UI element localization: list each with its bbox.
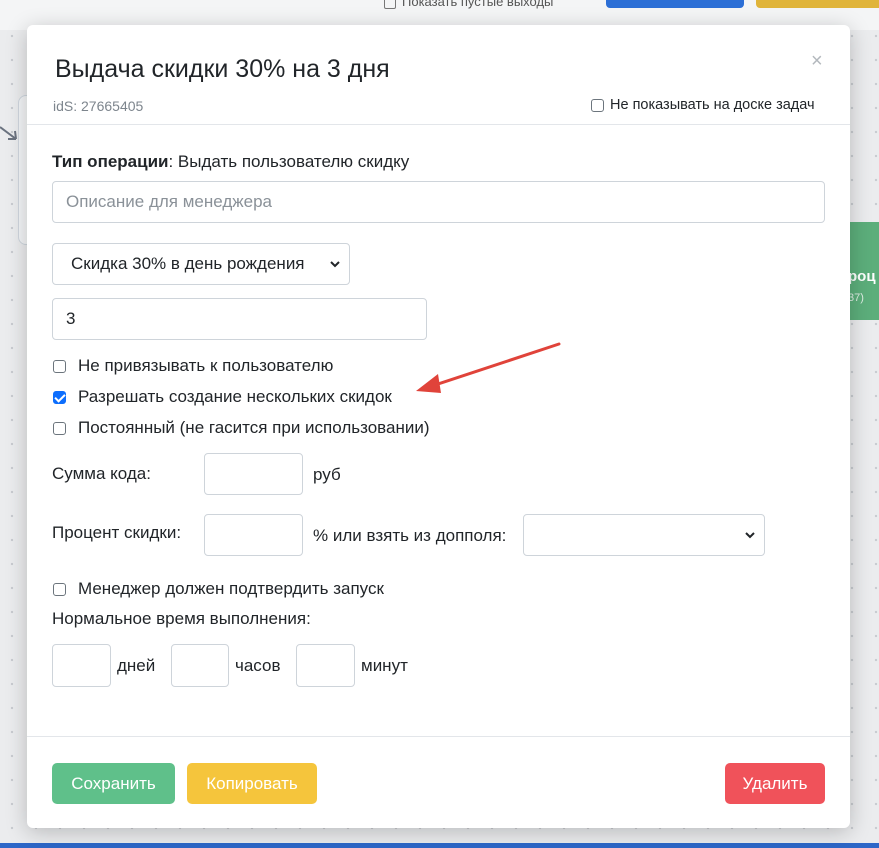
manager-confirm-label: Менеджер должен подтвердить запуск — [78, 579, 384, 598]
close-icon[interactable]: × — [811, 51, 823, 71]
sum-input[interactable] — [204, 453, 303, 495]
normal-time-label: Нормальное время выполнения: — [52, 609, 311, 628]
operation-type-value: : Выдать пользователю скидку — [168, 152, 410, 171]
permanent-label: Постоянный (не гасится при использовании… — [78, 418, 430, 437]
time-hours-input[interactable] — [171, 644, 229, 687]
background-show-empty-checkbox: Показать пустые выходы — [384, 0, 553, 9]
description-placeholder: Описание для менеджера — [66, 192, 272, 211]
discount-modal: Выдача скидки 30% на 3 дня idS: 27665405… — [27, 25, 850, 828]
allow-multiple-checkbox-box[interactable] — [53, 390, 66, 404]
operation-type-label: Тип операции — [52, 152, 169, 171]
permanent-checkbox-box[interactable] — [53, 421, 66, 435]
chevron-down-icon — [745, 532, 755, 539]
percent-label: Процент скидки: — [52, 523, 182, 542]
percent-input[interactable] — [204, 514, 303, 556]
modal-title: Выдача скидки 30% на 3 дня — [55, 55, 390, 83]
save-button[interactable]: Сохранить — [52, 763, 175, 804]
days-count-input[interactable]: 3 — [52, 298, 427, 340]
no-bind-user-label: Не привязывать к пользователю — [78, 356, 334, 375]
sum-unit: руб — [313, 465, 341, 484]
copy-button[interactable]: Копировать — [187, 763, 317, 804]
discount-select-value: Скидка 30% в день рождения — [71, 254, 305, 273]
modal-footer: Сохранить Копировать Удалить — [27, 736, 850, 829]
allow-multiple-checkbox[interactable]: Разрешать создание нескольких скидок — [53, 387, 392, 407]
time-days-input[interactable] — [52, 644, 111, 687]
manager-confirm-checkbox[interactable]: Менеджер должен подтвердить запуск — [53, 579, 384, 599]
time-minutes-unit: минут — [361, 656, 408, 675]
operation-type: Тип операции: Выдать пользователю скидку — [52, 152, 409, 172]
manager-confirm-checkbox-box[interactable] — [53, 582, 66, 596]
hide-board-checkbox-box[interactable] — [591, 98, 604, 112]
no-bind-user-checkbox[interactable]: Не привязывать к пользователю — [53, 356, 333, 376]
delete-button[interactable]: Удалить — [725, 763, 825, 804]
modal-ids: idS: 27665405 — [53, 98, 144, 114]
allow-multiple-label: Разрешать создание нескольких скидок — [78, 387, 392, 406]
sum-label: Сумма кода: — [52, 464, 151, 483]
time-hours-unit: часов — [235, 656, 281, 675]
hide-board-checkbox[interactable]: Не показывать на доске задач — [591, 97, 815, 113]
hide-board-label: Не показывать на доске задач — [610, 97, 815, 113]
discount-select[interactable]: Скидка 30% в день рождения — [52, 243, 350, 285]
background-blue-button — [606, 0, 744, 8]
time-days-unit: дней — [117, 656, 156, 675]
days-count-value: 3 — [66, 309, 76, 328]
chevron-down-icon — [330, 261, 340, 268]
percent-or-label: % или взять из допполя: — [313, 526, 507, 545]
time-minutes-input[interactable] — [296, 644, 355, 687]
no-bind-user-checkbox-box[interactable] — [53, 359, 66, 373]
background-bottom-bar — [0, 843, 879, 848]
modal-header: Выдача скидки 30% на 3 дня idS: 27665405… — [27, 25, 850, 125]
background-yellow-button — [756, 0, 879, 8]
permanent-checkbox[interactable]: Постоянный (не гасится при использовании… — [53, 418, 430, 438]
extra-field-select[interactable] — [523, 514, 765, 556]
background-arrow-icon — [0, 126, 17, 140]
description-input[interactable]: Описание для менеджера — [52, 181, 825, 223]
